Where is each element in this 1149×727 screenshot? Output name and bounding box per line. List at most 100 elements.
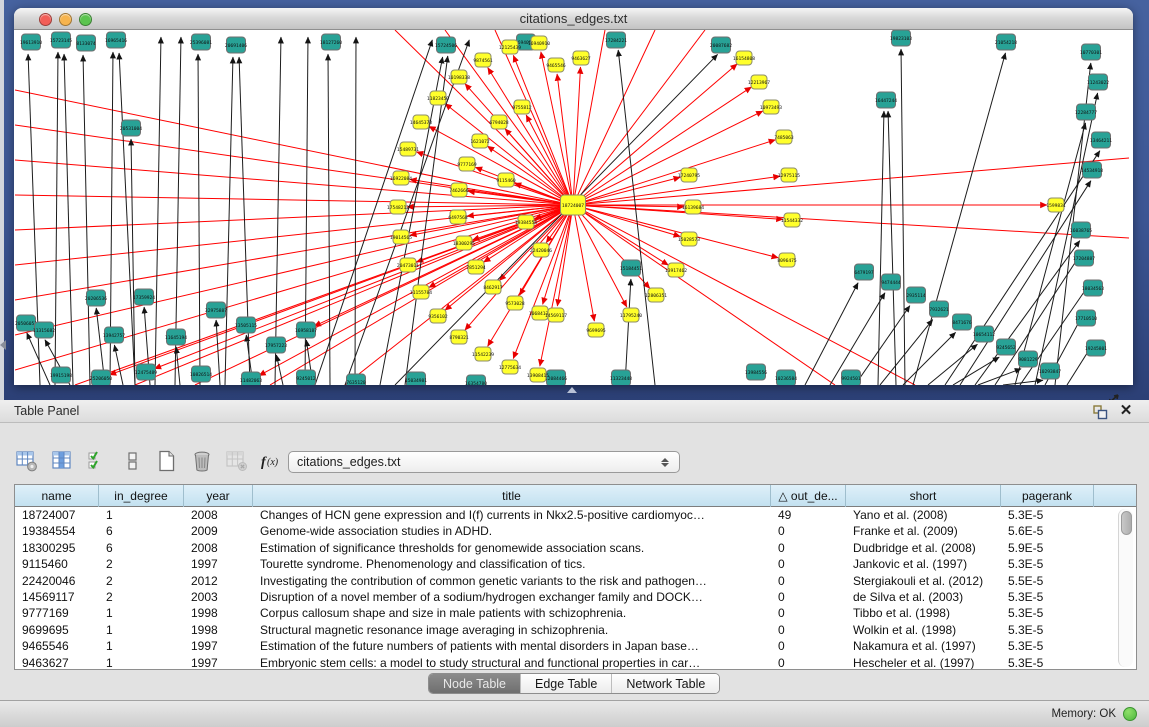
- graph-node-other[interactable]: 2935114: [906, 287, 926, 303]
- graph-node-other[interactable]: 16038765: [1070, 222, 1092, 238]
- graph-node-cited[interactable]: 7851294: [466, 260, 486, 274]
- graph-node-cited[interactable]: 16154808: [733, 51, 755, 65]
- graph-node-other[interactable]: 19915198: [50, 367, 72, 383]
- graph-node-cited[interactable]: 8462917: [483, 280, 503, 294]
- table-row[interactable]: 911546021997Tourette syndrome. Phenomeno…: [15, 556, 1136, 572]
- graph-node-cited[interactable]: 11542239: [472, 347, 494, 361]
- graph-node-cited[interactable]: 22420046: [530, 243, 552, 257]
- graph-node-cited[interactable]: 14645373: [410, 115, 432, 129]
- network-view[interactable]: 1961391015723145813307416965416253960812…: [15, 30, 1132, 385]
- graph-node-other[interactable]: 6479197: [854, 264, 874, 280]
- graph-node-cited[interactable]: 16940910: [528, 36, 550, 50]
- graph-node-other[interactable]: 20531004: [120, 120, 142, 136]
- graph-node-other[interactable]: 10826514: [190, 366, 212, 382]
- graph-node-other[interactable]: 20087682: [710, 37, 732, 53]
- graph-node-other[interactable]: 10236584: [775, 370, 797, 385]
- graph-node-cited[interactable]: 13917462: [665, 263, 687, 277]
- graph-node-other[interactable]: 17284221: [605, 32, 627, 48]
- graph-node-other[interactable]: 20691406: [225, 37, 247, 53]
- graph-node-other[interactable]: 18127260: [320, 34, 342, 50]
- graph-node-cited[interactable]: 7485063: [774, 130, 794, 144]
- graph-node-other[interactable]: 17359924: [133, 289, 155, 305]
- graph-node-other[interactable]: 15034981: [405, 372, 427, 385]
- graph-node-cited[interactable]: 19384554: [515, 215, 537, 229]
- graph-node-other[interactable]: 10654112: [973, 326, 995, 342]
- graph-node-other[interactable]: 11323448: [610, 370, 632, 385]
- graph-node-cited[interactable]: 13908415: [527, 368, 549, 382]
- column-header-in_degree[interactable]: in_degree: [99, 485, 184, 507]
- graph-node-hub[interactable]: 18724007: [561, 195, 586, 215]
- graph-node-other[interactable]: 15723145: [50, 32, 72, 48]
- graph-node-other[interactable]: 7932621: [929, 301, 949, 317]
- graph-node-cited[interactable]: 1599834: [1046, 198, 1066, 212]
- graph-node-other[interactable]: 9474444: [881, 274, 901, 290]
- table-selector-dropdown[interactable]: citations_edges.txt: [288, 451, 680, 473]
- graph-node-other[interactable]: 32975887: [205, 302, 227, 318]
- graph-node-other[interactable]: 19245801: [1085, 340, 1107, 356]
- splitter-grip-icon[interactable]: [567, 387, 577, 393]
- graph-node-cited[interactable]: 15489731: [397, 142, 419, 156]
- graph-node-other[interactable]: 10770301: [1080, 44, 1102, 60]
- column-header-title[interactable]: title: [253, 485, 771, 507]
- graph-node-other[interactable]: 19823103: [890, 30, 912, 46]
- show-columns-icon-button[interactable]: [49, 448, 75, 474]
- graph-node-other[interactable]: 18034563: [1082, 280, 1104, 296]
- graph-node-other[interactable]: 13984556: [745, 364, 767, 380]
- graph-node-cited[interactable]: 9874561: [473, 53, 493, 67]
- graph-node-other[interactable]: 11645194: [165, 329, 187, 345]
- graph-node-other[interactable]: 16354780: [465, 375, 487, 385]
- column-header-short[interactable]: short: [846, 485, 1001, 507]
- graph-node-cited[interactable]: 17240795: [678, 168, 700, 182]
- graph-node-cited[interactable]: 11795240: [620, 308, 642, 322]
- graph-node-other[interactable]: 9081229: [1018, 351, 1038, 367]
- graph-node-cited[interactable]: 9465546: [546, 58, 566, 72]
- graph-node-cited[interactable]: 9356102: [428, 309, 448, 323]
- table-row[interactable]: 946362711997Embryonic stem cells: a mode…: [15, 655, 1136, 670]
- graph-node-other[interactable]: 25396081: [190, 34, 212, 50]
- vertical-scrollbar[interactable]: [1118, 509, 1133, 667]
- graph-node-other[interactable]: 15724506: [435, 37, 457, 53]
- graph-node-other[interactable]: 17204887: [1073, 250, 1095, 266]
- graph-node-other[interactable]: 25206050: [90, 370, 112, 385]
- delete-table-icon-button[interactable]: [224, 448, 250, 474]
- close-panel-icon[interactable]: ✕: [1117, 402, 1135, 420]
- graph-node-cited[interactable]: 12213967: [748, 75, 770, 89]
- graph-node-other[interactable]: 19613910: [20, 34, 42, 50]
- graph-node-other[interactable]: 16958187: [295, 322, 317, 338]
- graph-node-cited[interactable]: 17548212: [387, 200, 409, 214]
- graph-node-cited[interactable]: 16139684: [682, 200, 704, 214]
- column-header-out_de[interactable]: △ out_de...: [771, 485, 846, 507]
- graph-node-other[interactable]: 13464211: [1090, 132, 1112, 148]
- graph-node-other[interactable]: 11243022: [1087, 74, 1109, 90]
- graph-node-cited[interactable]: 14569117: [545, 308, 567, 322]
- graph-node-other[interactable]: 14534918: [1081, 162, 1103, 178]
- graph-node-cited[interactable]: 8096475: [777, 253, 797, 267]
- graph-node-cited[interactable]: 9463627: [571, 51, 591, 65]
- table-mode-icon-button[interactable]: [14, 448, 40, 474]
- graph-node-cited[interactable]: 9699695: [586, 323, 606, 337]
- collapse-panel-arrow-icon[interactable]: [0, 340, 6, 350]
- graph-node-other[interactable]: 11315682: [33, 322, 55, 338]
- new-column-icon-button[interactable]: [154, 448, 180, 474]
- graph-node-cited[interactable]: 9755812: [512, 100, 532, 114]
- graph-node-cited[interactable]: 6794028: [489, 115, 509, 129]
- scrollbar-thumb[interactable]: [1121, 511, 1132, 535]
- float-panel-icon[interactable]: [1091, 403, 1109, 421]
- graph-node-other[interactable]: 16965416: [105, 32, 127, 48]
- graph-node-other[interactable]: 9245652: [996, 339, 1016, 355]
- graph-node-cited[interactable]: 6497568: [448, 210, 468, 224]
- graph-node-other[interactable]: 8471676: [952, 314, 972, 330]
- function-builder-icon-button[interactable]: f (x): [259, 448, 285, 474]
- delete-column-icon-button[interactable]: [189, 448, 215, 474]
- graph-node-cited[interactable]: 16922084: [390, 171, 412, 185]
- graph-node-cited[interactable]: 9573028: [505, 296, 525, 310]
- tab-edge-table[interactable]: Edge Table: [521, 674, 612, 693]
- graph-node-cited[interactable]: 12806351: [645, 288, 667, 302]
- graph-node-other[interactable]: 9924501: [841, 370, 861, 385]
- graph-node-cited[interactable]: 7462666: [449, 183, 469, 197]
- graph-node-other[interactable]: 10293847: [1039, 363, 1061, 379]
- graph-node-other[interactable]: 17710510: [1075, 310, 1097, 326]
- graph-node-cited[interactable]: 11823450: [427, 91, 449, 105]
- graph-node-cited[interactable]: 11544332: [781, 213, 803, 227]
- graph-node-cited[interactable]: 10198338: [448, 70, 470, 84]
